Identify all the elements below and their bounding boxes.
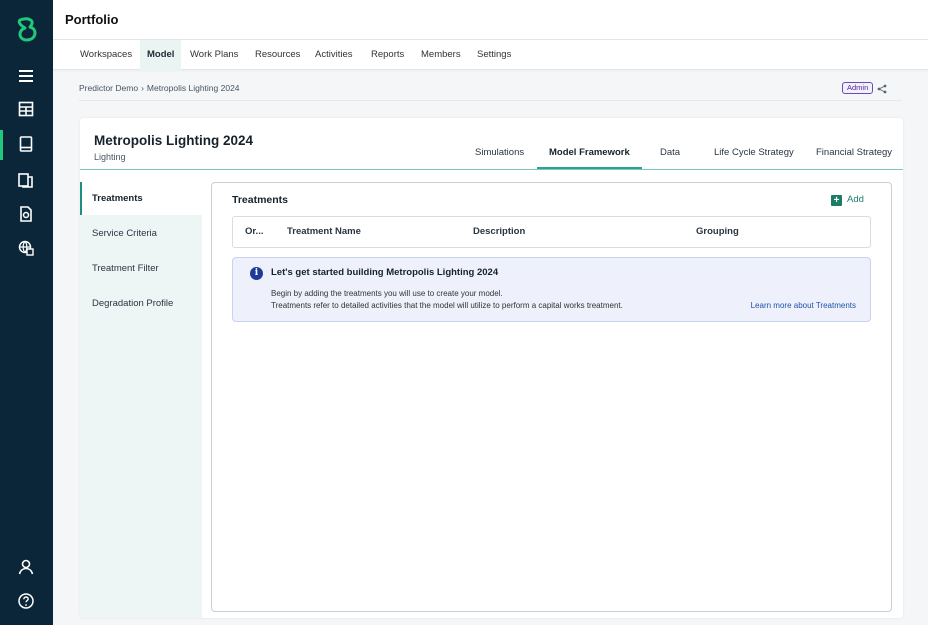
nav-item-activities[interactable]: Activities [308,40,359,70]
left-rail [0,0,53,625]
nav-item-settings[interactable]: Settings [470,40,518,70]
tab-life-cycle-strategy[interactable]: Life Cycle Strategy [714,147,794,169]
info-icon: i [250,267,263,280]
learn-more-link[interactable]: Learn more about Treatments [751,301,856,310]
user-icon[interactable] [16,557,36,577]
model-subtitle: Lighting [94,152,126,162]
nav-item-members[interactable]: Members [414,40,468,70]
treatments-table-header: Or... Treatment Name Description Groupin… [232,216,871,248]
side-menu: Treatments Service Criteria Treatment Fi… [80,182,202,618]
side-item-service-criteria[interactable]: Service Criteria [80,217,202,250]
add-treatment-button[interactable]: + Add [831,194,864,206]
tab-underline [80,169,903,170]
model-title: Metropolis Lighting 2024 [94,133,254,148]
documents-icon[interactable] [16,170,36,190]
column-treatment-name[interactable]: Treatment Name [287,217,361,247]
page-title: Portfolio [65,12,119,27]
tab-model-framework[interactable]: Model Framework [537,147,642,169]
side-item-degradation-profile[interactable]: Degradation Profile [80,287,202,320]
model-card: Metropolis Lighting 2024 Lighting Simula… [80,118,903,618]
active-indicator [0,130,3,160]
help-icon[interactable] [16,591,36,611]
breadcrumb: Predictor Demo › Metropolis Lighting 2024 [79,83,240,93]
nav-item-work-plans[interactable]: Work Plans [183,40,245,70]
add-label: Add [847,194,864,205]
menu-icon[interactable] [16,66,36,86]
app-header: Portfolio [53,0,928,40]
app-logo-icon[interactable] [14,16,40,42]
nav-item-resources[interactable]: Resources [248,40,307,70]
globe-settings-icon[interactable] [16,238,36,258]
share-icon[interactable] [876,82,888,94]
tab-simulations[interactable]: Simulations [475,147,524,169]
column-description[interactable]: Description [473,217,525,247]
plus-icon: + [831,195,842,206]
info-title: Let's get started building Metropolis Li… [271,267,499,278]
table-icon[interactable] [16,99,36,119]
side-item-treatment-filter[interactable]: Treatment Filter [80,252,202,285]
nav-item-reports[interactable]: Reports [364,40,411,70]
report-icon[interactable] [16,204,36,224]
tab-data[interactable]: Data [660,147,680,169]
info-banner: i Let's get started building Metropolis … [232,257,871,322]
breadcrumb-separator: › [141,83,144,93]
treatments-title: Treatments [232,194,289,206]
info-line-1: Begin by adding the treatments you will … [271,289,503,298]
tab-financial-strategy[interactable]: Financial Strategy [816,147,892,169]
side-item-treatments[interactable]: Treatments [80,182,202,215]
column-order[interactable]: Or... [245,217,263,247]
breadcrumb-parent[interactable]: Predictor Demo [79,83,138,93]
nav-item-model[interactable]: Model [140,40,182,70]
info-line-2: Treatments refer to detailed activities … [271,301,623,310]
book-icon[interactable] [16,134,36,154]
role-badge: Admin [842,82,874,94]
breadcrumb-current: Metropolis Lighting 2024 [146,83,240,93]
nav-item-workspaces[interactable]: Workspaces [73,40,139,70]
column-grouping[interactable]: Grouping [696,217,739,247]
top-nav: Workspaces Model Work Plans Resources Ac… [53,40,928,70]
breadcrumb-divider [79,100,902,101]
treatments-panel: Treatments + Add Or... Treatment Name Des… [211,182,892,612]
